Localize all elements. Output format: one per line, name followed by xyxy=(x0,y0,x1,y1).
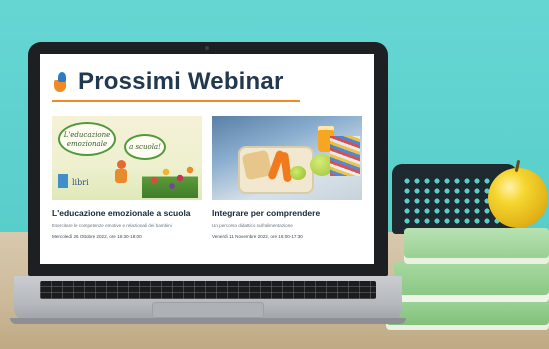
webinar-card-emotional-education[interactable]: L'educazione emozionale a scuola! libri … xyxy=(52,116,202,239)
laptop-trackpad xyxy=(152,302,264,318)
laptop-camera xyxy=(205,46,209,50)
webinar-card-integrate[interactable]: Integrare per comprendere Un percorso di… xyxy=(212,116,362,239)
laptop-screen: Prossimi Webinar L'educazione emozionale… xyxy=(40,54,374,264)
title-underline xyxy=(52,100,300,102)
laptop-front-edge xyxy=(10,318,406,324)
publisher-brand: libri xyxy=(72,178,89,187)
child-illustration xyxy=(114,160,128,184)
page-title: Prossimi Webinar xyxy=(78,68,284,95)
publisher-logo-icon xyxy=(58,174,68,188)
webinar-subtitle: Un percorso didattico sull'alimentazione xyxy=(212,223,293,228)
webinar-thumbnail[interactable] xyxy=(212,116,362,200)
laptop-keyboard xyxy=(40,281,376,299)
webinar-subtitle: Esercitare le competenze emotive e relaz… xyxy=(52,223,172,228)
webinar-date: Venerdì 11 Novembre 2022, ore 16:00-17:3… xyxy=(212,234,303,239)
speech-bubble: L'educazione emozionale xyxy=(58,122,116,156)
page-header: Prossimi Webinar xyxy=(52,68,284,96)
speech-bubble: a scuola! xyxy=(124,134,166,160)
brand-logo-icon xyxy=(52,72,70,92)
book-top xyxy=(404,228,549,264)
webinar-date: Mercoledì 26 Ottobre 2022, ore 16:30-18:… xyxy=(52,234,142,239)
webinar-title[interactable]: L'educazione emozionale a scuola xyxy=(52,208,202,218)
book-bottom xyxy=(386,298,549,330)
flowers-illustration xyxy=(142,162,198,198)
webinar-thumbnail[interactable]: L'educazione emozionale a scuola! libri xyxy=(52,116,202,200)
grapes xyxy=(290,166,306,180)
pencils xyxy=(330,136,360,176)
apple xyxy=(488,168,548,228)
book-middle xyxy=(394,262,549,302)
webinar-title[interactable]: Integrare per comprendere xyxy=(212,208,362,218)
